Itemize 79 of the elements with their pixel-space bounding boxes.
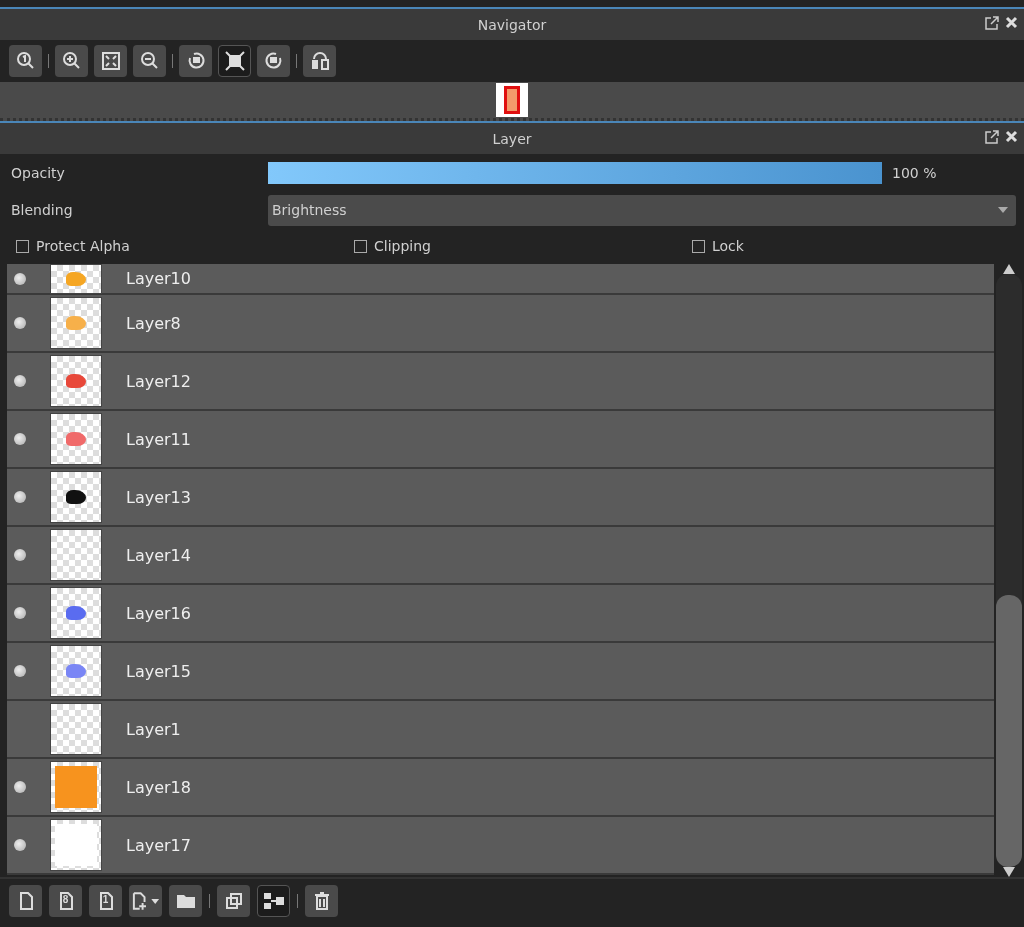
visibility-dot[interactable]: [14, 317, 26, 329]
fit-screen-icon: [100, 51, 121, 71]
visibility-dot[interactable]: [14, 607, 26, 619]
checkbox[interactable]: [692, 239, 705, 253]
visibility-dot[interactable]: [14, 375, 26, 387]
merge-icon: [261, 891, 286, 911]
rotate-right-icon: [263, 51, 284, 71]
canvas-preview[interactable]: [496, 83, 528, 117]
undock-icon[interactable]: [985, 130, 999, 144]
add-layer-dropdown-icon: [130, 891, 161, 911]
layer-row[interactable]: Layer14: [7, 527, 994, 585]
checkbox[interactable]: [16, 239, 29, 253]
layer-row[interactable]: Layer17: [7, 817, 994, 875]
close-icon[interactable]: [1005, 16, 1018, 29]
layer-row[interactable]: Layer18: [7, 759, 994, 817]
opacity-value: 100 %: [892, 165, 937, 181]
visibility-dot[interactable]: [14, 491, 26, 503]
layer-name: Layer8: [126, 313, 181, 333]
zoom-out-icon: [139, 51, 160, 71]
caret-icon: [998, 207, 1008, 213]
layer-row[interactable]: Layer11: [7, 411, 994, 469]
close-icon[interactable]: [1005, 130, 1018, 143]
blending-dropdown[interactable]: Brightness: [268, 194, 1016, 226]
layer-name: Layer16: [126, 603, 191, 623]
toolbar-button[interactable]: [305, 885, 338, 917]
zoom-actual-icon: [15, 51, 36, 71]
visibility-dot[interactable]: [14, 781, 26, 793]
toolbar-button[interactable]: [133, 45, 166, 77]
toolbar-button[interactable]: [217, 885, 250, 917]
toolbar-button[interactable]: [9, 45, 42, 77]
layer-name: Layer13: [126, 487, 191, 507]
visibility-dot[interactable]: [14, 272, 26, 285]
layer-row[interactable]: Layer12: [7, 353, 994, 411]
layer-row[interactable]: Layer1: [7, 701, 994, 759]
option-checkbox[interactable]: Protect Alpha: [16, 238, 354, 254]
toolbar-button[interactable]: 8: [49, 885, 82, 917]
scrollbar-thumb[interactable]: [996, 595, 1022, 867]
visibility-dot[interactable]: [14, 549, 26, 561]
panel-title: Layer: [492, 130, 532, 147]
layer-row[interactable]: Layer15: [7, 643, 994, 701]
layer-row[interactable]: Layer13: [7, 469, 994, 527]
layer-name: Layer14: [126, 545, 191, 565]
visibility-dot[interactable]: [14, 665, 26, 677]
toolbar-button[interactable]: [218, 45, 251, 77]
layer-row[interactable]: Layer10: [7, 264, 994, 295]
visibility-dot[interactable]: [14, 433, 26, 445]
layer-name: Layer17: [126, 835, 191, 855]
blending-label: Blending: [11, 202, 74, 218]
checkbox[interactable]: [354, 239, 367, 253]
toolbar-button[interactable]: [129, 885, 162, 917]
opacity-slider[interactable]: [268, 162, 882, 184]
toolbar-button[interactable]: [169, 885, 202, 917]
opacity-label: Opacity: [11, 165, 66, 181]
layer-name: Layer1: [126, 719, 181, 739]
reset-frame-icon: [224, 51, 245, 71]
option-checkbox[interactable]: Lock: [692, 238, 1024, 254]
layer-row[interactable]: Layer16: [7, 585, 994, 643]
layer-name: Layer15: [126, 661, 191, 681]
toolbar-button[interactable]: [257, 885, 290, 917]
layer-name: Layer12: [126, 371, 191, 391]
layer-name: Layer11: [126, 429, 191, 449]
layer-name: Layer18: [126, 777, 191, 797]
toolbar-button[interactable]: [303, 45, 336, 77]
option-checkbox[interactable]: Clipping: [354, 238, 692, 254]
scrollbar-track[interactable]: [996, 274, 1022, 867]
layer-name: Layer10: [126, 269, 191, 288]
duplicate-icon: [223, 891, 244, 911]
zoom-in-icon: [61, 51, 82, 71]
undock-icon[interactable]: [985, 16, 999, 30]
toolbar-button[interactable]: [94, 45, 127, 77]
toolbar-button[interactable]: [257, 45, 290, 77]
panel-title: Navigator: [477, 16, 547, 33]
toolbar-button[interactable]: 1: [89, 885, 122, 917]
toolbar-button[interactable]: [179, 45, 212, 77]
visibility-dot[interactable]: [14, 839, 26, 851]
layer-row[interactable]: Layer8: [7, 295, 994, 353]
flip-icon: [309, 51, 330, 71]
toolbar-button[interactable]: [9, 885, 42, 917]
toolbar-button[interactable]: [55, 45, 88, 77]
